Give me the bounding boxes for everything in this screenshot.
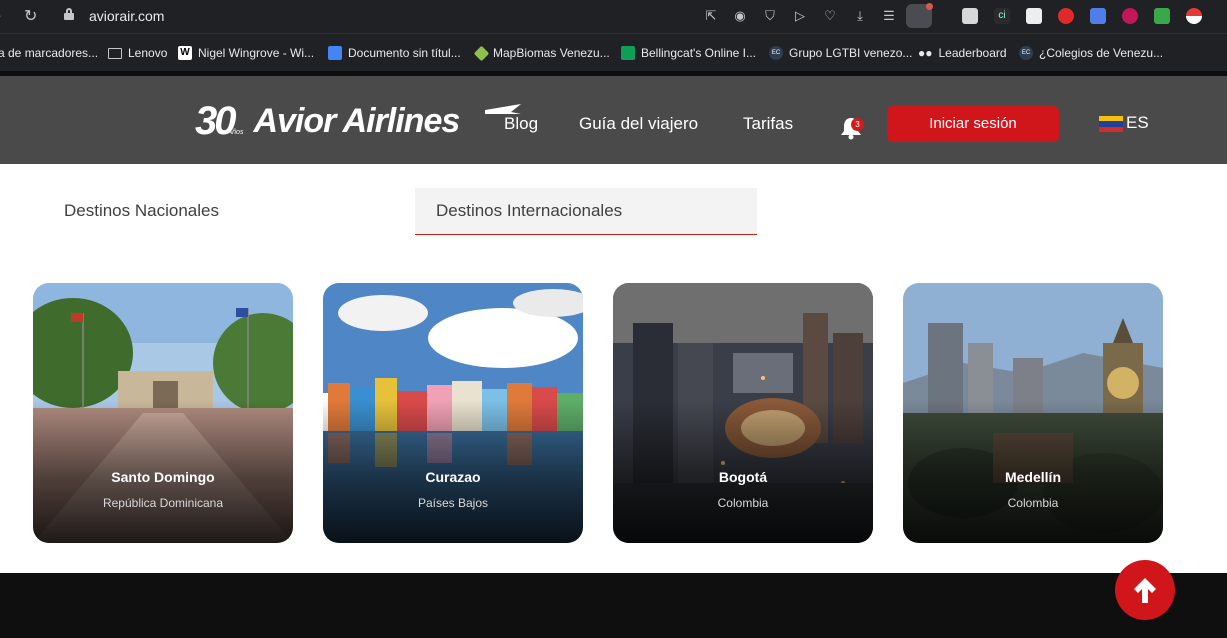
bookmark-label: MapBiomas Venezu...	[493, 46, 610, 60]
browser-toolbar: › ↻ aviorair.com ⇱ ◉ ⛉ ▷ ♡ ⤓ ☰ ci	[0, 0, 1227, 33]
extension-download-icon[interactable]	[1154, 8, 1170, 24]
destination-card-santo-domingo[interactable]: Santo Domingo República Dominicana	[33, 283, 293, 543]
bookmark-item[interactable]: ●● Leaderboard	[918, 46, 1007, 60]
card-country: Colombia	[1007, 496, 1059, 510]
card-city: Medellín	[1004, 469, 1061, 485]
bookmark-item[interactable]: W Nigel Wingrove - Wi...	[178, 46, 314, 60]
card-city: Curazao	[425, 469, 481, 485]
menu-icon[interactable]: ☰	[881, 8, 897, 24]
ec-icon: EC	[1019, 46, 1033, 60]
arrow-up-icon	[1134, 578, 1156, 603]
footer	[0, 573, 1227, 638]
eyes-icon: ●●	[918, 46, 933, 60]
forward-icon[interactable]: ›	[0, 7, 1, 24]
bookmark-label: Grupo LGTBI venezo...	[789, 46, 913, 60]
heart-icon[interactable]: ♡	[822, 8, 838, 24]
card-country: República Dominicana	[102, 496, 224, 510]
extension-pokeball-icon[interactable]	[1186, 8, 1202, 24]
language-selector[interactable]: ES	[1126, 113, 1149, 133]
bookmark-item[interactable]: MapBiomas Venezu...	[473, 45, 610, 61]
plane-icon	[485, 104, 521, 114]
mapbiomas-icon	[473, 45, 490, 61]
card-country: Países Bajos	[417, 496, 489, 510]
bookmark-label: ¿Colegios de Venezu...	[1039, 46, 1164, 60]
destination-card-bogota[interactable]: Bogotá Colombia	[613, 283, 873, 543]
shield-icon[interactable]: ⛉	[762, 8, 778, 24]
bookmark-item[interactable]: EC Grupo LGTBI venezo...	[769, 46, 912, 60]
download-icon[interactable]: ⤓	[852, 8, 868, 24]
bookmark-item[interactable]: a de marcadores...	[0, 46, 98, 60]
extension-hand-icon[interactable]	[1058, 8, 1074, 24]
bookmark-label: a de marcadores...	[0, 46, 99, 60]
card-city: Santo Domingo	[111, 469, 215, 485]
share-icon[interactable]: ⇱	[703, 8, 719, 24]
logo-anos: Años	[227, 128, 244, 136]
wikipedia-icon: W	[178, 46, 192, 60]
card-city: Bogotá	[718, 469, 768, 485]
card-country: Colombia	[717, 496, 769, 510]
bookmark-label: Documento sin títul...	[348, 46, 461, 60]
extension-translate-icon[interactable]	[1090, 8, 1106, 24]
bookmark-label: Nigel Wingrove - Wi...	[198, 46, 315, 60]
folder-icon	[108, 47, 122, 59]
extension-doc-icon[interactable]	[1026, 8, 1042, 24]
bookmark-label: Lenovo	[128, 46, 168, 60]
reload-icon[interactable]: ↻	[24, 6, 37, 26]
sheets-icon	[621, 46, 635, 60]
tab-destinos-internacionales[interactable]: Destinos Internacionales	[415, 188, 757, 235]
docs-icon	[328, 46, 342, 60]
tab-destinos-nacionales[interactable]: Destinos Nacionales	[43, 188, 383, 235]
bookmark-label: Leaderboard	[938, 46, 1007, 60]
extension-ci-icon[interactable]: ci	[994, 8, 1010, 24]
ec-icon: EC	[769, 46, 783, 60]
venezuela-flag-icon[interactable]	[1099, 116, 1123, 132]
extension-avion-icon[interactable]	[962, 8, 978, 24]
notification-dot	[926, 3, 933, 10]
extension-m-icon[interactable]	[1122, 8, 1138, 24]
bookmark-item[interactable]: Bellingcat's Online I...	[621, 46, 756, 60]
nav-tarifas[interactable]: Tarifas	[743, 114, 793, 134]
bookmarks-bar: a de marcadores... Lenovo W Nigel Wingro…	[0, 33, 1227, 71]
play-icon[interactable]: ▷	[792, 8, 808, 24]
logo-anniversary: 30	[195, 98, 236, 143]
bookmark-item[interactable]: Documento sin títul...	[328, 46, 461, 60]
destination-card-medellin[interactable]: Medellín Colombia	[903, 283, 1163, 543]
address-bar[interactable]: aviorair.com	[89, 8, 164, 24]
bookmark-item[interactable]: EC ¿Colegios de Venezu...	[1019, 46, 1163, 60]
back-to-top-button[interactable]	[1115, 560, 1175, 620]
notification-badge: 3	[851, 118, 864, 131]
bookmark-label: Bellingcat's Online I...	[641, 46, 757, 60]
login-button[interactable]: Iniciar sesión	[887, 106, 1059, 142]
nav-guia-viajero[interactable]: Guía del viajero	[579, 114, 698, 134]
bookmark-item[interactable]: Lenovo	[108, 46, 167, 60]
destination-card-curazao[interactable]: Curazao Países Bajos	[323, 283, 583, 543]
screenshot-icon[interactable]: ◉	[732, 8, 748, 24]
site-header: 30 Años Avior Airlines Blog Guía del via…	[0, 76, 1227, 164]
lock-icon[interactable]	[64, 8, 74, 20]
nav-blog[interactable]: Blog	[504, 114, 538, 134]
